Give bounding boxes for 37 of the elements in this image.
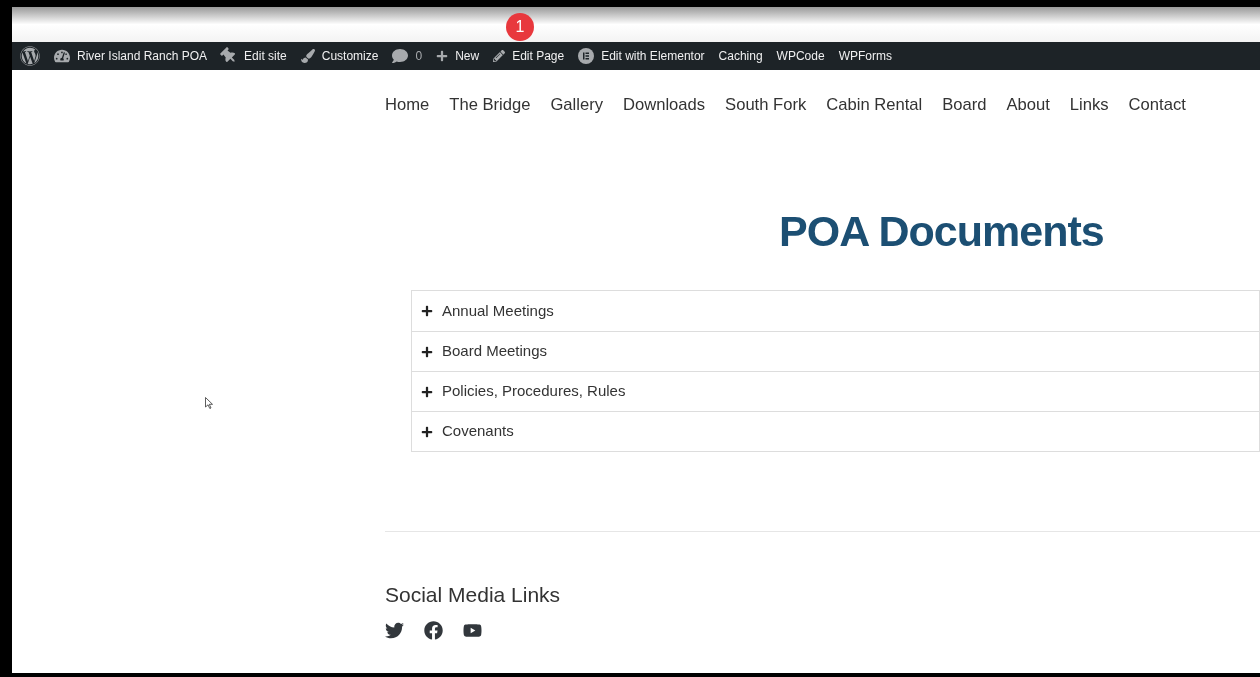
footer-heading: Social Media Links: [385, 582, 562, 608]
nav-link[interactable]: Downloads: [623, 92, 706, 118]
facebook-link[interactable]: [424, 621, 443, 640]
admin-bar-item[interactable]: Caching: [718, 47, 763, 65]
elementor-icon: [578, 48, 595, 64]
nav-link[interactable]: About: [1006, 92, 1050, 118]
admin-bar-item[interactable]: Edit Page: [493, 47, 565, 65]
pencil-icon: [493, 50, 506, 62]
nav-link[interactable]: Home: [385, 92, 430, 118]
pointer-icon: [205, 397, 213, 409]
nav-link[interactable]: The Bridge: [449, 92, 531, 118]
nav-link[interactable]: South Fork: [725, 92, 807, 118]
nav-link[interactable]: Contact: [1128, 92, 1186, 118]
plus-icon: [421, 385, 433, 398]
brush-icon: [300, 49, 315, 63]
comment-icon: [392, 48, 409, 64]
gauge-icon: [54, 48, 70, 64]
nav-link[interactable]: Board: [942, 92, 987, 118]
admin-bar-item[interactable]: Edit with Elementor: [578, 47, 705, 65]
admin-bar-item[interactable]: 0: [392, 47, 423, 65]
admin-bar-item[interactable]: Customize: [300, 47, 379, 65]
admin-bar-item[interactable]: Edit site: [221, 47, 287, 65]
admin-bar-item[interactable]: River Island Ranch POA: [54, 47, 208, 65]
plus-icon: [436, 50, 449, 62]
nav-link[interactable]: Cabin Rental: [826, 92, 923, 118]
admin-bar-item[interactable]: WPForms: [838, 47, 892, 65]
page-title: POA Documents: [779, 206, 1105, 257]
nav-link[interactable]: Links: [1069, 92, 1109, 118]
plus-icon: [421, 305, 433, 317]
twitter-link[interactable]: [385, 621, 404, 640]
admin-bar-item[interactable]: WPCode: [776, 47, 825, 65]
youtube-link[interactable]: [463, 621, 482, 640]
nav-link[interactable]: Gallery: [550, 92, 603, 118]
plus-icon: [421, 345, 433, 358]
admin-bar-item[interactable]: New: [436, 47, 480, 65]
wordpress-menu-button[interactable]: [20, 46, 40, 66]
plus-icon: [421, 425, 433, 438]
